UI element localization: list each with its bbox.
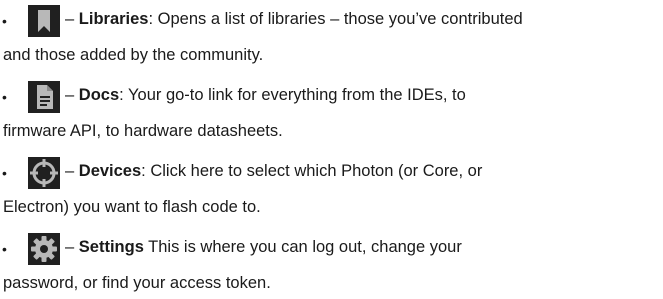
dash: – [65,162,75,180]
item-title: Libraries [78,10,149,28]
crosshair-icon [28,157,60,189]
item-description: Opens a list of libraries – those you’ve… [153,10,523,28]
item-line-2: firmware API, to hardware datasheets. [3,122,283,140]
bookmark-icon [28,5,60,37]
item-description: Your go-to link for everything from the … [123,86,466,104]
item-line-1: – Libraries: Opens a list of libraries –… [65,10,523,29]
dash: – [65,238,75,256]
item-line-1: – Devices: Click here to select which Ph… [65,162,482,181]
item-line-1: – Docs: Your go-to link for everything f… [65,86,466,105]
dash: – [65,86,75,104]
gear-icon [28,233,60,265]
item-description: Click here to select which Photon (or Co… [145,162,483,180]
bullet: • [2,165,7,181]
item-line-2: password, or find your access token. [3,274,271,292]
bullet: • [2,13,7,29]
item-line-2: and those added by the community. [3,46,264,64]
item-line-2: Electron) you want to flash code to. [3,198,261,216]
item-title: Docs [78,86,120,104]
item-description: This is where you can log out, change yo… [143,238,462,256]
bullet: • [2,241,7,257]
item-line-1: – Settings This is where you can log out… [65,238,462,257]
bullet: • [2,89,7,105]
document-icon [28,81,60,113]
item-title: Settings [78,238,144,256]
dash: – [65,10,75,28]
item-title: Devices [78,162,142,180]
